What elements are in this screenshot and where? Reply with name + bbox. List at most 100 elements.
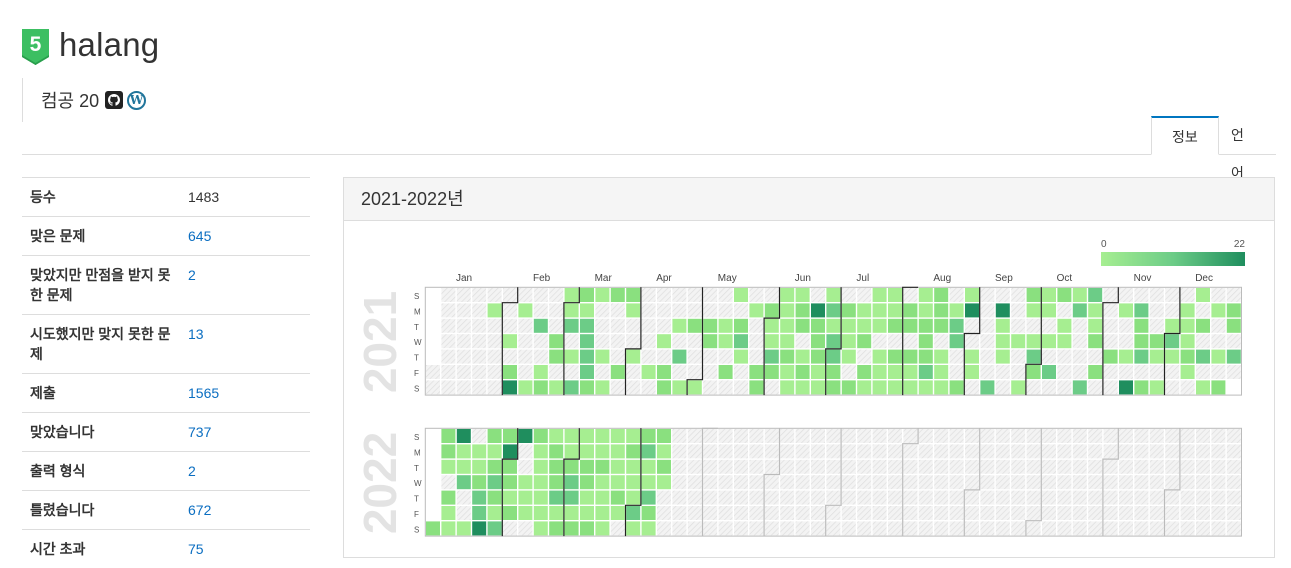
calendar-day-cell[interactable] bbox=[826, 460, 840, 474]
calendar-day-cell[interactable] bbox=[703, 429, 717, 443]
calendar-day-cell[interactable] bbox=[1011, 521, 1025, 535]
calendar-day-cell[interactable] bbox=[980, 491, 994, 505]
calendar-day-cell[interactable] bbox=[1057, 350, 1071, 364]
calendar-day-cell[interactable] bbox=[488, 288, 502, 302]
calendar-day-cell[interactable] bbox=[1150, 491, 1164, 505]
calendar-day-cell[interactable] bbox=[719, 334, 733, 348]
calendar-day-cell[interactable] bbox=[1165, 460, 1179, 474]
calendar-day-cell[interactable] bbox=[611, 521, 625, 535]
calendar-day-cell[interactable] bbox=[534, 475, 548, 489]
calendar-day-cell[interactable] bbox=[472, 521, 486, 535]
calendar-day-cell[interactable] bbox=[980, 460, 994, 474]
calendar-day-cell[interactable] bbox=[873, 506, 887, 520]
stats-value[interactable]: 1565 bbox=[188, 385, 219, 401]
calendar-day-cell[interactable] bbox=[826, 429, 840, 443]
calendar-day-cell[interactable] bbox=[1150, 303, 1164, 317]
calendar-day-cell[interactable] bbox=[703, 444, 717, 458]
calendar-day-cell[interactable] bbox=[1057, 460, 1071, 474]
calendar-day-cell[interactable] bbox=[1196, 506, 1210, 520]
calendar-day-cell[interactable] bbox=[826, 303, 840, 317]
calendar-day-cell[interactable] bbox=[857, 303, 871, 317]
calendar-day-cell[interactable] bbox=[1073, 334, 1087, 348]
calendar-day-cell[interactable] bbox=[611, 491, 625, 505]
calendar-day-cell[interactable] bbox=[534, 444, 548, 458]
calendar-day-cell[interactable] bbox=[749, 491, 763, 505]
calendar-day-cell[interactable] bbox=[611, 429, 625, 443]
calendar-day-cell[interactable] bbox=[518, 506, 532, 520]
calendar-day-cell[interactable] bbox=[1073, 460, 1087, 474]
calendar-day-cell[interactable] bbox=[1165, 350, 1179, 364]
calendar-day-cell[interactable] bbox=[1088, 444, 1102, 458]
calendar-day-cell[interactable] bbox=[457, 350, 471, 364]
calendar-day-cell[interactable] bbox=[441, 491, 455, 505]
calendar-day-cell[interactable] bbox=[1196, 429, 1210, 443]
calendar-day-cell[interactable] bbox=[534, 319, 548, 333]
calendar-day-cell[interactable] bbox=[950, 460, 964, 474]
calendar-day-cell[interactable] bbox=[703, 475, 717, 489]
calendar-day-cell[interactable] bbox=[549, 350, 563, 364]
calendar-day-cell[interactable] bbox=[1227, 319, 1241, 333]
calendar-day-cell[interactable] bbox=[842, 365, 856, 379]
calendar-day-cell[interactable] bbox=[626, 429, 640, 443]
calendar-day-cell[interactable] bbox=[472, 380, 486, 394]
calendar-day-cell[interactable] bbox=[518, 350, 532, 364]
calendar-day-cell[interactable] bbox=[657, 350, 671, 364]
calendar-day-cell[interactable] bbox=[934, 350, 948, 364]
calendar-day-cell[interactable] bbox=[888, 506, 902, 520]
calendar-day-cell[interactable] bbox=[980, 429, 994, 443]
calendar-day-cell[interactable] bbox=[1165, 319, 1179, 333]
calendar-day-cell[interactable] bbox=[749, 444, 763, 458]
calendar-day-cell[interactable] bbox=[1088, 365, 1102, 379]
calendar-day-cell[interactable] bbox=[903, 350, 917, 364]
calendar-day-cell[interactable] bbox=[811, 444, 825, 458]
stats-value[interactable]: 672 bbox=[188, 502, 211, 518]
calendar-day-cell[interactable] bbox=[1027, 444, 1041, 458]
calendar-day-cell[interactable] bbox=[1150, 365, 1164, 379]
calendar-day-cell[interactable] bbox=[503, 319, 517, 333]
calendar-day-cell[interactable] bbox=[1211, 319, 1225, 333]
calendar-day-cell[interactable] bbox=[472, 350, 486, 364]
calendar-day-cell[interactable] bbox=[980, 380, 994, 394]
calendar-day-cell[interactable] bbox=[780, 380, 794, 394]
calendar-day-cell[interactable] bbox=[549, 380, 563, 394]
calendar-day-cell[interactable] bbox=[488, 303, 502, 317]
wordpress-icon[interactable]: W bbox=[127, 91, 146, 110]
calendar-day-cell[interactable] bbox=[441, 334, 455, 348]
calendar-day-cell[interactable] bbox=[1027, 460, 1041, 474]
calendar-day-cell[interactable] bbox=[549, 460, 563, 474]
calendar-day-cell[interactable] bbox=[1073, 491, 1087, 505]
calendar-day-cell[interactable] bbox=[950, 429, 964, 443]
calendar-day-cell[interactable] bbox=[765, 444, 779, 458]
calendar-day-cell[interactable] bbox=[565, 380, 579, 394]
calendar-day-cell[interactable] bbox=[1119, 334, 1133, 348]
calendar-day-cell[interactable] bbox=[950, 350, 964, 364]
calendar-day-cell[interactable] bbox=[441, 288, 455, 302]
calendar-day-cell[interactable] bbox=[1196, 460, 1210, 474]
calendar-day-cell[interactable] bbox=[811, 521, 825, 535]
calendar-day-cell[interactable] bbox=[441, 380, 455, 394]
calendar-day-cell[interactable] bbox=[811, 460, 825, 474]
calendar-day-cell[interactable] bbox=[549, 303, 563, 317]
calendar-day-cell[interactable] bbox=[1227, 521, 1241, 535]
calendar-day-cell[interactable] bbox=[642, 460, 656, 474]
calendar-day-cell[interactable] bbox=[965, 380, 979, 394]
calendar-day-cell[interactable] bbox=[1227, 350, 1241, 364]
calendar-day-cell[interactable] bbox=[934, 491, 948, 505]
calendar-day-cell[interactable] bbox=[1165, 334, 1179, 348]
calendar-day-cell[interactable] bbox=[796, 444, 810, 458]
calendar-day-cell[interactable] bbox=[1165, 475, 1179, 489]
calendar-day-cell[interactable] bbox=[441, 429, 455, 443]
calendar-day-cell[interactable] bbox=[1134, 319, 1148, 333]
calendar-day-cell[interactable] bbox=[965, 460, 979, 474]
calendar-day-cell[interactable] bbox=[580, 475, 594, 489]
calendar-day-cell[interactable] bbox=[534, 380, 548, 394]
stats-value[interactable]: 2 bbox=[188, 267, 196, 283]
calendar-day-cell[interactable] bbox=[796, 521, 810, 535]
calendar-day-cell[interactable] bbox=[1134, 365, 1148, 379]
calendar-day-cell[interactable] bbox=[611, 444, 625, 458]
calendar-day-cell[interactable] bbox=[703, 521, 717, 535]
calendar-day-cell[interactable] bbox=[1088, 288, 1102, 302]
calendar-day-cell[interactable] bbox=[873, 365, 887, 379]
calendar-day-cell[interactable] bbox=[1088, 475, 1102, 489]
calendar-day-cell[interactable] bbox=[857, 429, 871, 443]
